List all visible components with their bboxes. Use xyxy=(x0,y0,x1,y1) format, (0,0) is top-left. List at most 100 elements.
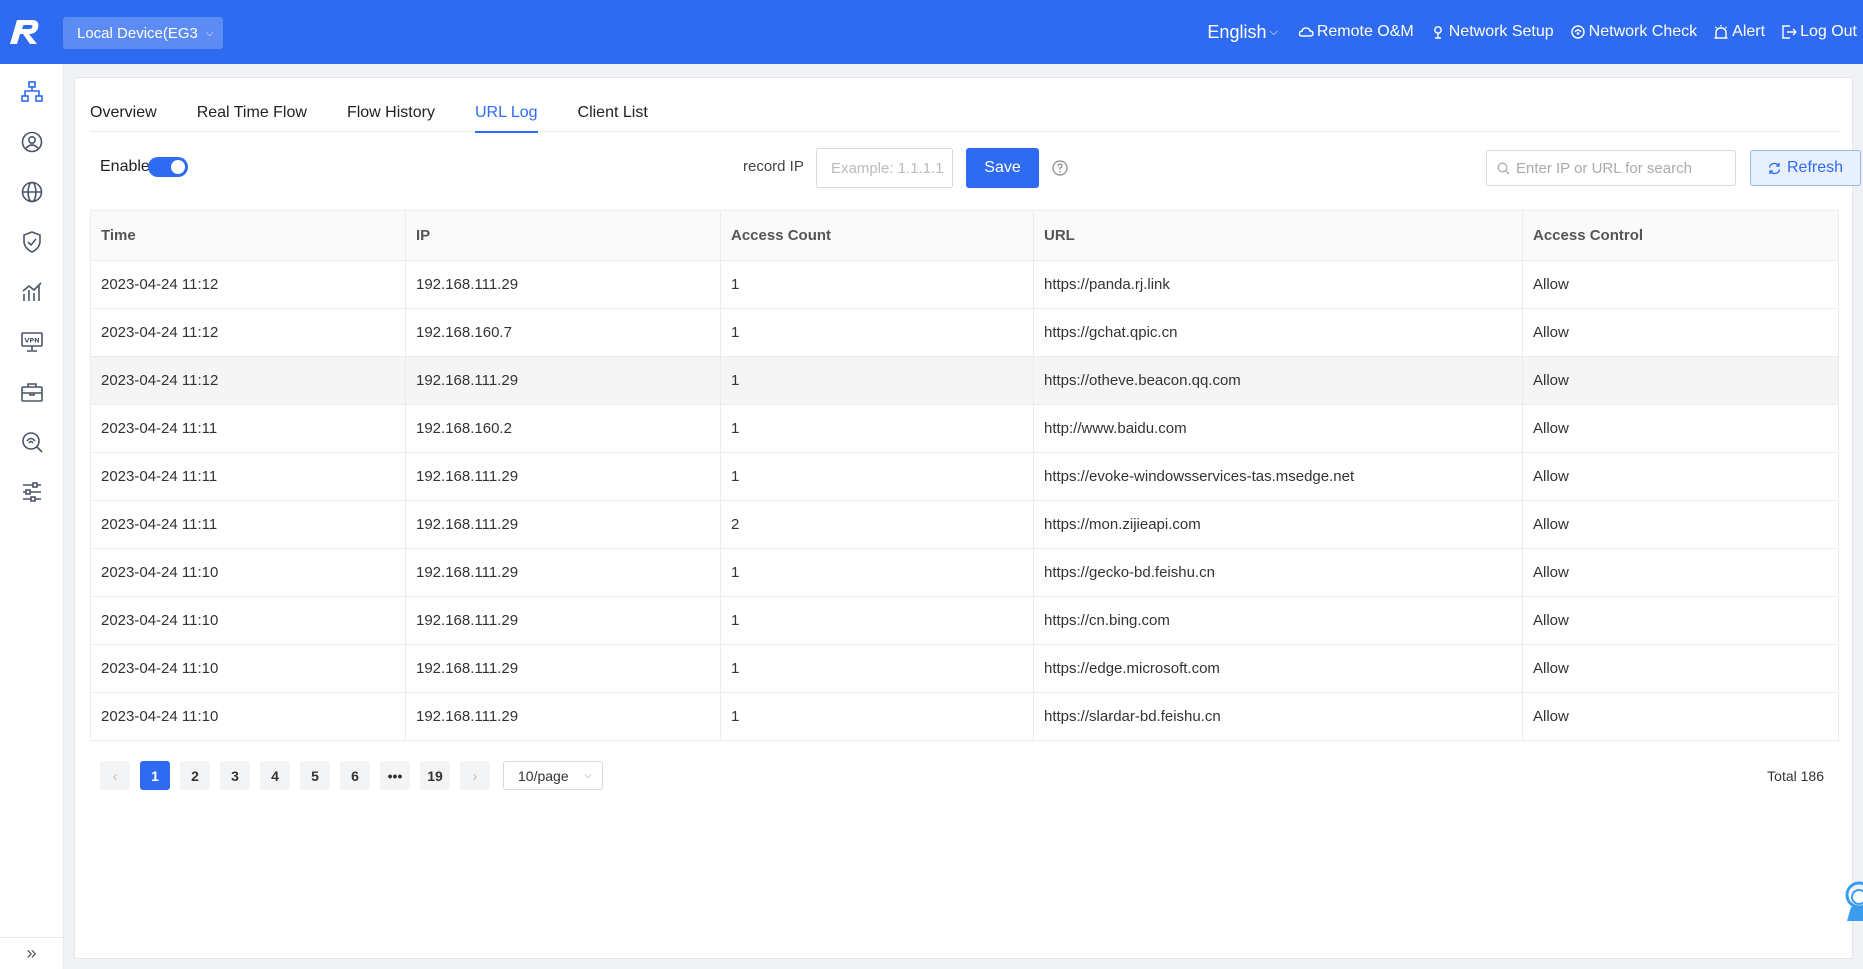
cell-url: https://gecko-bd.feishu.cn xyxy=(1033,548,1523,597)
page-button[interactable]: 3 xyxy=(220,761,250,790)
cell-url: https://edge.microsoft.com xyxy=(1033,644,1523,693)
tab-url-log[interactable]: URL Log xyxy=(474,94,538,133)
search-input[interactable] xyxy=(1516,159,1726,177)
cell-access-count: 1 xyxy=(720,356,1034,405)
refresh-button[interactable]: Refresh xyxy=(1750,150,1861,186)
cell-access-count: 1 xyxy=(720,308,1034,357)
cell-access-control: Allow xyxy=(1522,452,1839,501)
cell-ip: 192.168.111.29 xyxy=(405,500,721,549)
sidebar-item-toolbox[interactable] xyxy=(18,378,46,406)
network-check-link[interactable]: Network Check xyxy=(1570,23,1697,41)
logout-label: Log Out xyxy=(1800,23,1857,40)
chevron-down-icon: ⌵ xyxy=(1269,25,1278,38)
tab-flow-history[interactable]: Flow History xyxy=(347,94,435,132)
sidebar-collapse-button[interactable]: » xyxy=(0,937,63,969)
cell-access-count: 2 xyxy=(720,500,1034,549)
cell-url: https://evoke-windowsservices-tas.msedge… xyxy=(1033,452,1523,501)
table-row[interactable]: 2023-04-24 11:12 192.168.160.7 1 https://gc… xyxy=(90,308,1839,357)
sidebar-item-settings[interactable] xyxy=(18,478,46,506)
network-check-icon xyxy=(1570,25,1585,39)
ruijie-logo[interactable] xyxy=(8,18,42,46)
cell-time: 2023-04-24 11:10 xyxy=(90,548,406,597)
table-row[interactable]: 2023-04-24 11:11 192.168.160.2 1 http://www… xyxy=(90,404,1839,453)
language-label: English xyxy=(1207,21,1267,42)
cell-access-count: 1 xyxy=(720,692,1034,741)
language-select[interactable]: English ⌵ xyxy=(1207,22,1277,43)
sidebar-item-internet[interactable] xyxy=(18,178,46,206)
column-header-access-count[interactable]: Access Count xyxy=(720,210,1034,261)
sidebar: VPN » xyxy=(0,64,64,969)
network-setup-link[interactable]: Network Setup xyxy=(1430,23,1554,41)
logout-icon xyxy=(1782,25,1798,39)
enable-toggle[interactable] xyxy=(148,157,188,177)
column-header-url[interactable]: URL xyxy=(1033,210,1523,261)
page-button[interactable]: 6 xyxy=(340,761,370,790)
table-row[interactable]: 2023-04-24 11:10 192.168.111.29 1 https://c… xyxy=(90,596,1839,645)
cell-time: 2023-04-24 11:12 xyxy=(90,308,406,357)
tab-real-time-flow[interactable]: Real Time Flow xyxy=(197,94,307,132)
total-count: Total 186 xyxy=(1767,768,1824,784)
page-button[interactable]: 4 xyxy=(260,761,290,790)
tab-bar: Overview Real Time Flow Flow History URL… xyxy=(90,94,1839,133)
cell-ip: 192.168.111.29 xyxy=(405,452,721,501)
sidebar-item-vpn[interactable]: VPN xyxy=(18,328,46,356)
alert-label: Alert xyxy=(1732,23,1766,40)
tab-overview[interactable]: Overview xyxy=(90,94,157,132)
help-icon[interactable] xyxy=(1052,160,1068,176)
table-row[interactable]: 2023-04-24 11:10 192.168.111.29 1 https://g… xyxy=(90,548,1839,597)
page-size-select[interactable]: 10/page ⌵ xyxy=(503,761,603,790)
toolbox-icon xyxy=(21,383,43,402)
table-row[interactable]: 2023-04-24 11:12 192.168.111.29 1 https://p… xyxy=(90,260,1839,309)
table-row[interactable]: 2023-04-24 11:11 192.168.111.29 1 https://e… xyxy=(90,452,1839,501)
remote-om-link[interactable]: Remote O&M xyxy=(1298,23,1414,41)
cell-time: 2023-04-24 11:10 xyxy=(90,692,406,741)
url-log-table: Time IP Access Count URL Access Control … xyxy=(90,210,1839,741)
cell-access-control: Allow xyxy=(1522,644,1839,693)
chevron-down-icon: ⌵ xyxy=(205,27,214,39)
topology-icon xyxy=(21,81,43,102)
sidebar-item-diagnose[interactable] xyxy=(18,428,46,456)
record-ip-input[interactable] xyxy=(816,148,953,188)
table-row[interactable]: 2023-04-24 11:12 192.168.111.29 1 https://o… xyxy=(90,356,1839,405)
page-button[interactable]: 2 xyxy=(180,761,210,790)
search-icon xyxy=(1497,162,1510,174)
sidebar-item-user[interactable] xyxy=(18,128,46,156)
chevron-right-icon: › xyxy=(472,767,478,784)
sidebar-item-topology[interactable] xyxy=(18,78,46,106)
save-button[interactable]: Save xyxy=(966,148,1039,188)
alert-link[interactable]: Alert xyxy=(1713,23,1765,41)
cell-ip: 192.168.111.29 xyxy=(405,692,721,741)
logout-link[interactable]: Log Out xyxy=(1781,23,1857,41)
page-button[interactable]: 1 xyxy=(140,761,170,790)
column-header-access-control[interactable]: Access Control xyxy=(1522,210,1839,261)
cell-url: https://mon.zijieapi.com xyxy=(1033,500,1523,549)
table-row[interactable]: 2023-04-24 11:10 192.168.111.29 1 https://s… xyxy=(90,692,1839,741)
pagination: ‹ 1 2 3 4 5 6 ••• 19 › 10/page ⌵ xyxy=(100,761,603,790)
assistant-icon[interactable] xyxy=(1841,875,1863,923)
tab-label: Client List xyxy=(577,104,648,121)
table-row[interactable]: 2023-04-24 11:11 192.168.111.29 2 https://m… xyxy=(90,500,1839,549)
column-header-time[interactable]: Time xyxy=(90,210,406,261)
device-select[interactable]: Local Device(EG3 ⌵ xyxy=(63,17,223,49)
page-button[interactable]: 5 xyxy=(300,761,330,790)
sidebar-item-security[interactable] xyxy=(18,228,46,256)
cell-time: 2023-04-24 11:10 xyxy=(90,644,406,693)
cell-access-control: Allow xyxy=(1522,548,1839,597)
cell-access-count: 1 xyxy=(720,644,1034,693)
alert-icon xyxy=(1714,25,1728,39)
remote-om-label: Remote O&M xyxy=(1316,23,1414,40)
tab-label: URL Log xyxy=(474,104,538,121)
shield-icon xyxy=(23,231,41,253)
vpn-icon: VPN xyxy=(21,332,43,352)
prev-page-button[interactable]: ‹ xyxy=(100,761,130,790)
page-ellipsis-button[interactable]: ••• xyxy=(380,761,410,790)
tab-label: Real Time Flow xyxy=(196,104,307,121)
table-row[interactable]: 2023-04-24 11:10 192.168.111.29 1 https://e… xyxy=(90,644,1839,693)
sidebar-item-monitor[interactable] xyxy=(18,278,46,306)
cell-ip: 192.168.111.29 xyxy=(405,548,721,597)
tab-label: Overview xyxy=(90,104,157,121)
tab-client-list[interactable]: Client List xyxy=(578,94,648,132)
page-button[interactable]: 19 xyxy=(420,761,450,790)
next-page-button[interactable]: › xyxy=(460,761,490,790)
column-header-ip[interactable]: IP xyxy=(405,210,721,261)
